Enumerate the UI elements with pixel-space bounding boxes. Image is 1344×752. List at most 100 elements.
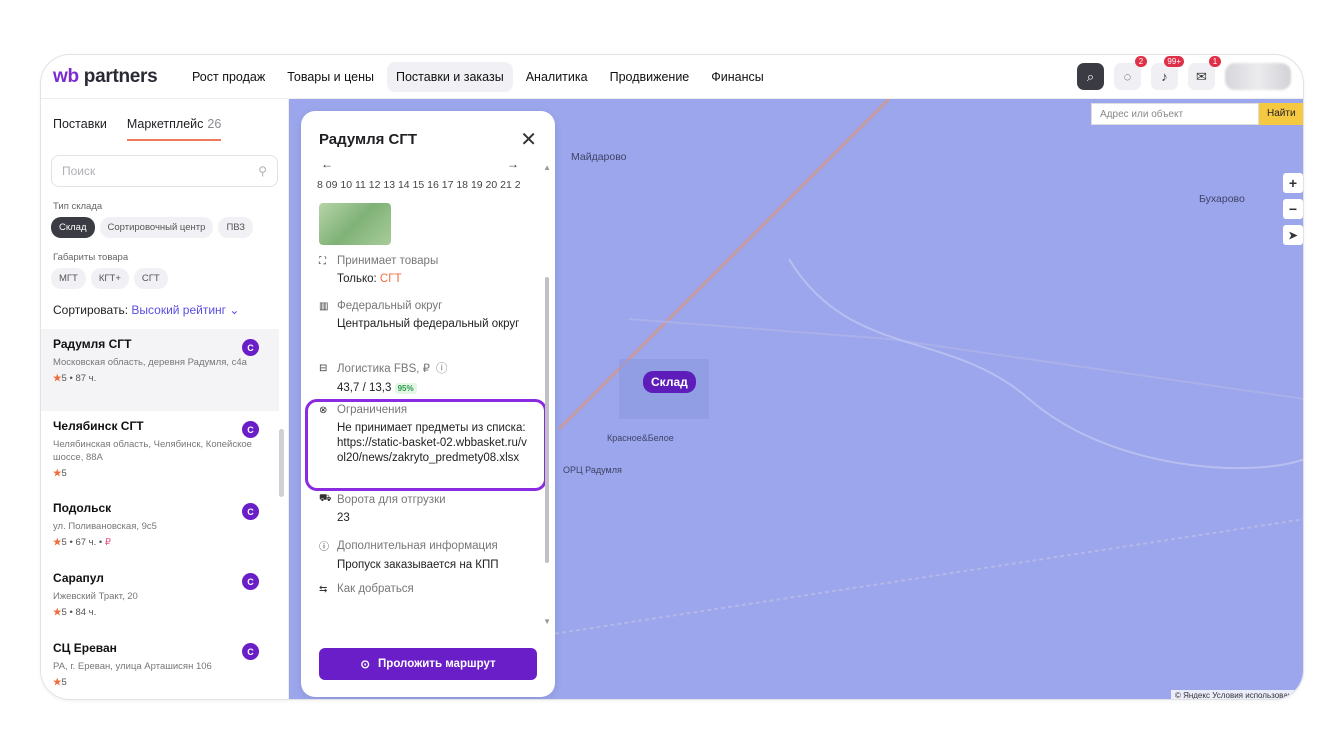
item-rating: ★5 • 84 ч. <box>53 607 97 618</box>
chip-warehouse[interactable]: Склад <box>51 217 95 238</box>
search-placeholder: Поиск <box>62 164 96 178</box>
info-icon[interactable]: ⓘ <box>436 360 448 376</box>
map-label: Майдарово <box>571 151 627 163</box>
section-head: Федеральный округ <box>337 300 443 312</box>
scroll-down-icon[interactable]: ▼ <box>543 617 551 626</box>
percent-badge: 95% <box>394 383 417 394</box>
rating-value: 5 <box>61 468 67 479</box>
bell-badge: 99+ <box>1164 56 1184 67</box>
chip-sgt[interactable]: СГТ <box>133 268 168 289</box>
rating-value: 5 <box>61 677 67 688</box>
section-head: Принимает товары <box>337 255 439 267</box>
toolbar-right: ⌕ ◌ 2 ♪ 99+ ✉ 1 <box>1077 56 1291 90</box>
message-badge: 1 <box>1209 56 1221 67</box>
chip-pickup-point[interactable]: ПВЗ <box>218 217 254 238</box>
message-icon[interactable]: ✉ 1 <box>1188 56 1221 90</box>
nav-finance[interactable]: Финансы <box>702 62 772 92</box>
ruble-icon: ₽ <box>104 537 111 548</box>
item-title: Челябинск СГТ <box>53 419 144 433</box>
item-address: РА, г. Ереван, улица Арташисян 106 <box>53 661 212 672</box>
section-value: Центральный федеральный округ <box>337 318 520 330</box>
sort-control[interactable]: Сортировать: Высокий рейтинг ⌄ <box>53 303 276 317</box>
item-rating: ★5 <box>53 677 267 688</box>
search-input[interactable]: Поиск ⚲ <box>51 155 278 187</box>
section-value: 43,7 / 13,3 <box>337 382 392 394</box>
box-icon: ⛶ <box>319 255 326 267</box>
arrow-right-icon[interactable]: → <box>507 157 519 171</box>
map-search: Адрес или объект Найти <box>1091 103 1303 125</box>
map-search-input[interactable]: Адрес или объект <box>1091 103 1259 125</box>
type-badge: С <box>242 573 259 590</box>
chat-icon[interactable]: ◌ 2 <box>1114 56 1147 90</box>
list-item[interactable]: СЦ Ереван РА, г. Ереван, улица Арташисян… <box>41 633 279 699</box>
map-copyright[interactable]: © Яндекс Условия использования <box>1170 690 1303 699</box>
sidebar-tabs: Поставки Маркетплейс 26 <box>41 99 288 141</box>
section-accepts: ⛶ Принимает товары Только: СГТ <box>319 255 529 287</box>
nav-supplies[interactable]: Поставки и заказы <box>387 61 513 92</box>
item-address: Московская область, деревня Радумля, с4а <box>53 357 247 368</box>
tab-marketplace[interactable]: Маркетплейс 26 <box>126 117 222 141</box>
star-icon: ★ <box>53 677 62 688</box>
list-item[interactable]: Подольск ул. Поливановская, 9с5 ★5 • 67 … <box>41 493 279 563</box>
chip-mgt[interactable]: МГТ <box>51 268 86 289</box>
sort-label: Сортировать: <box>53 303 129 317</box>
warehouse-type-label: Тип склада <box>53 201 103 212</box>
map-label: Красное&Белое <box>607 433 674 443</box>
close-icon[interactable]: ✕ <box>520 127 537 152</box>
sort-value: Высокий рейтинг <box>131 303 227 317</box>
zoom-out-button[interactable]: − <box>1283 199 1303 219</box>
star-icon: ★ <box>53 373 62 384</box>
map-thumbnail[interactable] <box>319 203 391 245</box>
nav-growth[interactable]: Рост продаж <box>183 62 274 92</box>
info-icon: ⓘ <box>319 542 329 553</box>
section-head: Логистика FBS, ₽ <box>337 363 430 375</box>
sidebar: Поставки Маркетплейс 26 Поиск ⚲ Тип склада… <box>41 99 289 699</box>
scroll-up-icon[interactable]: ▲ <box>543 163 551 172</box>
tab-marketplace-count: 26 <box>207 117 222 131</box>
section-value-accent: СГТ <box>379 273 402 285</box>
search-icon[interactable]: ⌕ <box>1077 63 1104 90</box>
chip-sorting-center[interactable]: Сортировочный центр <box>99 217 214 238</box>
rating-value: 5 <box>61 373 67 384</box>
arrow-left-icon[interactable]: ← <box>321 157 333 171</box>
list-item[interactable]: Челябинск СГТ Челябинская область, Челяб… <box>41 411 279 493</box>
hours-value: 87 ч. <box>75 373 97 384</box>
section-directions[interactable]: ⇆ Как добраться <box>319 583 529 595</box>
date-strip[interactable]: 8 09 10 11 12 13 14 15 16 17 18 19 20 21… <box>317 179 525 191</box>
highlight-frame <box>305 399 547 491</box>
list-item[interactable]: Сарапул Ижевский Тракт, 20 ★5 • 84 ч. С <box>41 563 279 633</box>
tab-supplies[interactable]: Поставки <box>53 117 107 141</box>
bell-icon[interactable]: ♪ 99+ <box>1151 56 1184 90</box>
section-logistics: ⊟ Логистика FBS, ₽ ⓘ 43,7 / 13,3 95% <box>319 360 529 396</box>
truck-icon: ⛟ <box>319 493 332 504</box>
panel-scrollbar[interactable] <box>545 277 549 563</box>
top-bar: wb partners Рост продаж Товары и цены По… <box>41 55 1303 99</box>
chip-kgt[interactable]: КГТ+ <box>90 268 129 289</box>
sidebar-scrollbar[interactable] <box>279 429 284 497</box>
app-window: wb partners Рост продаж Товары и цены По… <box>40 54 1304 700</box>
nav-promotion[interactable]: Продвижение <box>601 62 699 92</box>
zoom-in-button[interactable]: + <box>1283 173 1303 193</box>
map-icon: ▥ <box>319 300 329 312</box>
star-icon: ★ <box>53 468 62 479</box>
item-title: СЦ Ереван <box>53 641 117 655</box>
truck-icon: ⊟ <box>319 362 328 374</box>
logo[interactable]: wb partners <box>53 66 173 88</box>
avatar[interactable] <box>1225 63 1291 90</box>
hours-value: 84 ч. <box>75 607 97 618</box>
section-value-prefix: Только: <box>337 273 380 285</box>
locate-icon[interactable]: ➤ <box>1283 225 1303 245</box>
map-search-button[interactable]: Найти <box>1259 103 1303 125</box>
build-route-button[interactable]: ⊙ Проложить маршрут <box>319 648 537 680</box>
item-rating: ★5 • 67 ч. • ₽ <box>53 537 111 548</box>
nav-analytics[interactable]: Аналитика <box>517 62 597 92</box>
dimensions-chips: МГТ КГТ+ СГТ <box>51 268 278 289</box>
warehouse-pin[interactable]: Склад <box>643 371 696 393</box>
section-district: ▥ Федеральный округ Центральный федеральн… <box>319 300 529 332</box>
rating-value: 5 <box>61 607 67 618</box>
nav-products[interactable]: Товары и цены <box>278 62 383 92</box>
location-pin-icon: ⊙ <box>360 659 371 671</box>
list-item[interactable]: Радумля СГТ Московская область, деревня … <box>41 329 279 411</box>
star-icon: ★ <box>53 607 62 618</box>
map-label: Бухарово <box>1199 193 1245 205</box>
